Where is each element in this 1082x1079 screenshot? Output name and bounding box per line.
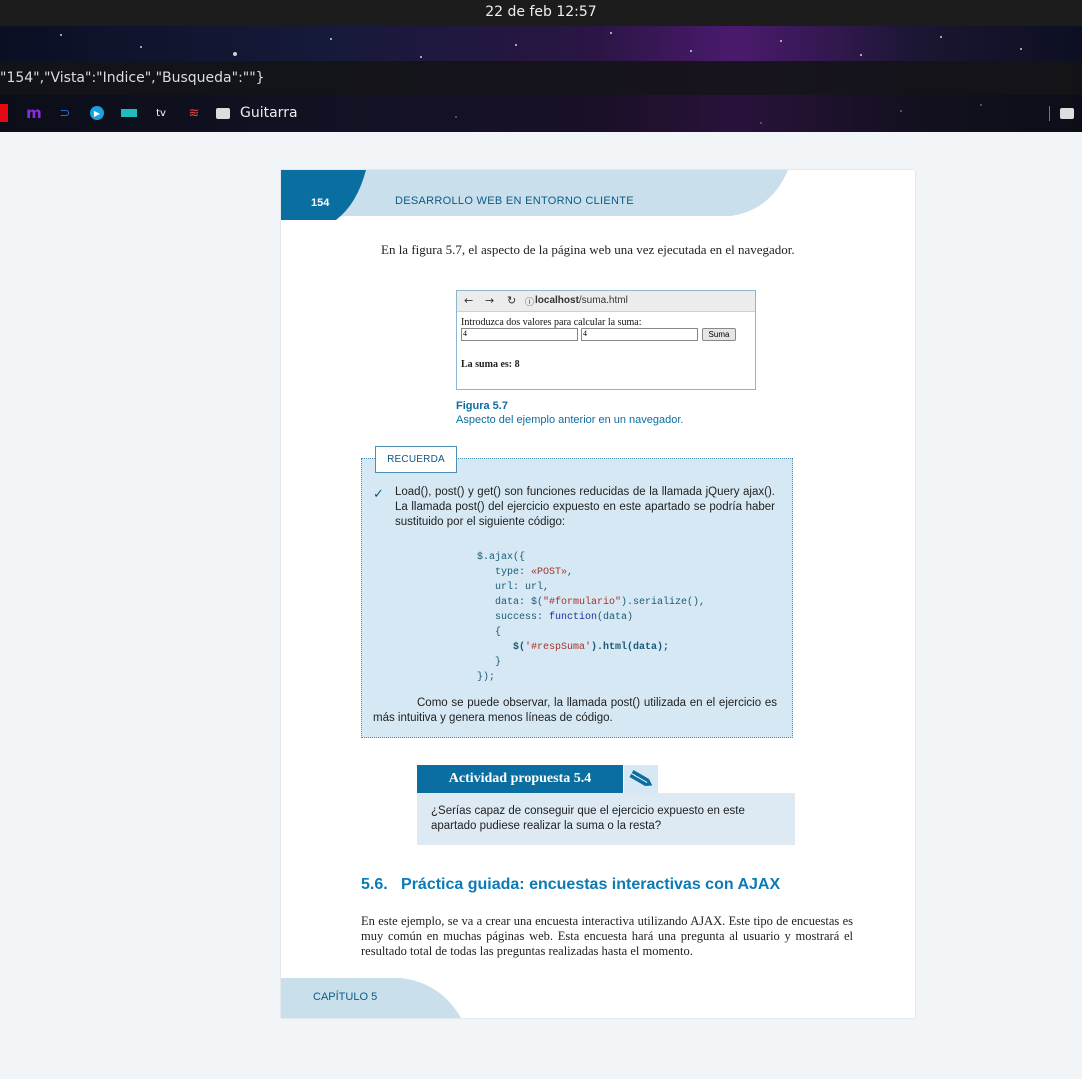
- recuerda-text: Load(), post() y get() son funciones red…: [395, 486, 775, 528]
- chapter-footer: CAPÍTULO 5: [313, 991, 378, 1003]
- figure-prompt: Introduzca dos valores para calcular la …: [461, 317, 642, 328]
- section-title: 5.6. Práctica guiada: encuestas interact…: [361, 876, 781, 893]
- info-icon: ⓘ: [525, 298, 535, 308]
- figure-caption: Aspecto del ejemplo anterior en un naveg…: [456, 414, 684, 426]
- actividad-title: Actividad propuesta 5.4: [417, 765, 623, 793]
- figure-browser-screenshot: ← → ↻ ⓘ localhost/suma.html Introduzca d…: [456, 290, 756, 390]
- section-body: En este ejemplo, se va a crear una encue…: [361, 914, 853, 958]
- intro-paragraph: En la figura 5.7, el aspecto de la págin…: [381, 242, 795, 257]
- hbo-max-icon[interactable]: m: [26, 104, 42, 122]
- figure-result: La suma es: 8: [461, 359, 520, 370]
- recuerda-tab: RECUERDA: [375, 446, 457, 473]
- filmin-icon[interactable]: [121, 109, 137, 117]
- system-clock[interactable]: 22 de feb 12:57: [0, 4, 1082, 20]
- back-arrow-icon: ←: [464, 294, 474, 307]
- bookmark-folder-label: Guitarra: [240, 105, 298, 121]
- stadia-icon[interactable]: ≋: [186, 104, 202, 122]
- actividad-body: ¿Serías capaz de conseguir que el ejerci…: [417, 793, 795, 845]
- netflix-icon[interactable]: [0, 104, 8, 122]
- figure-input-2: 4: [581, 328, 698, 341]
- bookmarks-bar: m ⊃ ▶ tv ≋ Guitarra: [0, 95, 1082, 132]
- figure-input-1: 4: [461, 328, 578, 341]
- folder-icon: [216, 107, 230, 119]
- document-viewer[interactable]: 154 DESARROLLO WEB EN ENTORNO CLIENTE En…: [0, 132, 1082, 1079]
- pencil-icon: [629, 770, 653, 786]
- address-bar-text[interactable]: "154","Vista":"Indice","Busqueda":""}: [0, 70, 265, 86]
- prime-video-icon[interactable]: ▶: [90, 106, 104, 120]
- actividad-text: ¿Serías capaz de conseguir que el ejerci…: [431, 805, 745, 832]
- figure-url: localhost/suma.html: [535, 295, 628, 306]
- figure-browser-toolbar: ← → ↻ ⓘ localhost/suma.html: [457, 291, 755, 312]
- figure-suma-button: Suma: [702, 328, 736, 341]
- code-block: $.ajax({ type: «POST», url: url, data: $…: [477, 552, 706, 683]
- actividad-icon-box: [624, 765, 658, 793]
- forward-arrow-icon: →: [485, 294, 495, 307]
- disney-plus-icon[interactable]: ⊃: [56, 104, 74, 122]
- running-title: DESARROLLO WEB EN ENTORNO CLIENTE: [395, 195, 634, 207]
- figure-title: Figura 5.7: [456, 400, 508, 412]
- page-footer-band: [281, 978, 461, 1018]
- reload-icon: ↻: [507, 294, 517, 307]
- other-bookmarks-folder-icon[interactable]: [1060, 104, 1074, 122]
- bookmarks-separator: [1049, 106, 1050, 121]
- checkmark-icon: ✓: [373, 486, 384, 501]
- book-page: 154 DESARROLLO WEB EN ENTORNO CLIENTE En…: [281, 170, 915, 1018]
- page-number: 154: [311, 197, 330, 209]
- system-top-bar: 22 de feb 12:57: [0, 0, 1082, 26]
- address-bar[interactable]: "154","Vista":"Indice","Busqueda":""}: [0, 61, 1082, 95]
- bookmark-folder-guitarra[interactable]: Guitarra: [216, 104, 306, 122]
- apple-tv-icon[interactable]: tv: [152, 104, 170, 122]
- recuerda-conclusion: Como se puede observar, la llamada post(…: [373, 697, 777, 724]
